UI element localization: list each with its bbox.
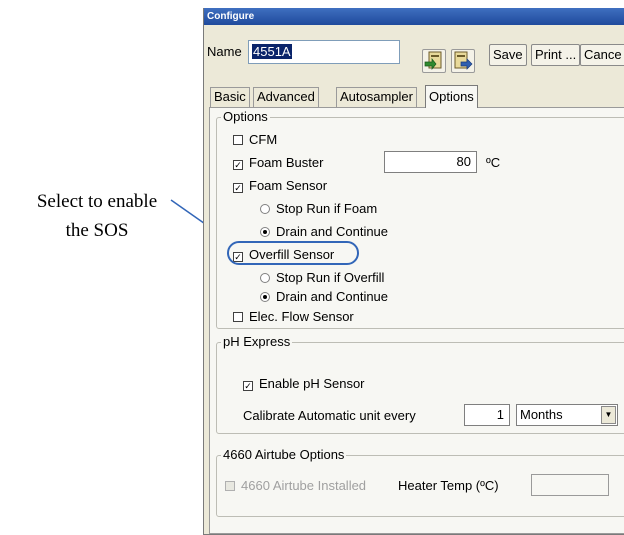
enable-ph-checkbox[interactable]: ✓ Enable pH Sensor [243,376,365,392]
window-title: Configure [204,8,624,25]
tab-basic[interactable]: Basic [210,87,250,107]
heater-temp-input[interactable] [531,474,609,496]
airtube-installed-checkbox-box[interactable] [225,481,235,491]
enable-ph-label: Enable pH Sensor [259,376,365,391]
save-button[interactable]: Save [489,44,527,66]
foam-drain-radio[interactable]: Drain and Continue [260,224,388,240]
calibrate-label: Calibrate Automatic unit every [243,408,416,423]
cancel-button[interactable]: Cance [580,44,624,66]
ph-express-group: pH Express ✓ Enable pH Sensor Calibrate A… [216,334,624,434]
foam-sensor-checkbox[interactable]: ✓ Foam Sensor [233,178,327,194]
callout-annotation: Select to enable the SOS [6,187,188,245]
foam-stop-label: Stop Run if Foam [276,201,378,216]
chevron-down-icon[interactable]: ▼ [601,406,616,424]
elec-flow-label: Elec. Flow Sensor [249,309,354,324]
airtube-legend: 4660 Airtube Options [221,447,347,463]
foam-buster-temp-input[interactable]: 80 [384,151,477,173]
foam-buster-label: Foam Buster [249,155,324,170]
foam-drain-label: Drain and Continue [276,224,389,239]
name-label: Name [207,44,242,59]
options-group-legend: Options [221,109,270,125]
export-icon[interactable] [451,49,475,73]
configure-window: Configure Name 4551A Save Print ... Canc… [203,8,624,535]
foam-stop-radio[interactable]: Stop Run if Foam [260,201,377,217]
foam-drain-radio-dot[interactable] [260,227,270,237]
calibrate-interval-input[interactable]: 1 [464,404,510,426]
callout-line-2: the SOS [65,220,129,241]
tab-options[interactable]: Options [425,85,478,108]
ph-express-legend: pH Express [221,334,293,350]
foam-sensor-checkbox-box[interactable]: ✓ [233,183,243,193]
cfm-label: CFM [249,132,278,147]
elec-flow-checkbox-box[interactable] [233,312,243,322]
foam-stop-radio-dot[interactable] [260,204,270,214]
elec-flow-checkbox[interactable]: Elec. Flow Sensor [233,309,354,325]
cfm-checkbox-box[interactable] [233,135,243,145]
print-button[interactable]: Print ... [531,44,581,66]
calibrate-unit-value: Months [520,407,563,422]
foam-buster-unit: ºC [486,155,501,170]
airtube-installed-label: 4660 Airtube Installed [241,478,367,493]
overfill-stop-radio-dot[interactable] [260,273,270,283]
calibrate-unit-select[interactable]: Months ▼ [516,404,618,426]
overfill-drain-radio-dot[interactable] [260,292,270,302]
tab-autosampler[interactable]: Autosampler [336,87,417,107]
foam-buster-checkbox-box[interactable]: ✓ [233,160,243,170]
overfill-drain-radio[interactable]: Drain and Continue [260,289,388,305]
callout-line-1: Select to enable [36,191,158,212]
options-tab-panel: Options CFM ✓ Foam Buster 80 ºC ✓ Foam Sen… [209,107,624,534]
cfm-checkbox[interactable]: CFM [233,132,277,148]
overfill-stop-label: Stop Run if Overfill [276,270,385,285]
options-group: Options CFM ✓ Foam Buster 80 ºC ✓ Foam Sen… [216,109,624,329]
import-icon[interactable] [422,49,446,73]
foam-sensor-label: Foam Sensor [249,178,328,193]
name-input[interactable]: 4551A [248,40,400,64]
airtube-installed-checkbox[interactable]: 4660 Airtube Installed [225,478,366,494]
airtube-group: 4660 Airtube Options 4660 Airtube Instal… [216,447,624,517]
tab-advanced[interactable]: Advanced [253,87,319,107]
overfill-highlight-oval [227,241,359,265]
foam-buster-checkbox[interactable]: ✓ Foam Buster [233,155,323,171]
overfill-drain-label: Drain and Continue [276,289,389,304]
enable-ph-checkbox-box[interactable]: ✓ [243,381,253,391]
heater-temp-label: Heater Temp (ºC) [398,478,499,493]
overfill-stop-radio[interactable]: Stop Run if Overfill [260,270,384,286]
